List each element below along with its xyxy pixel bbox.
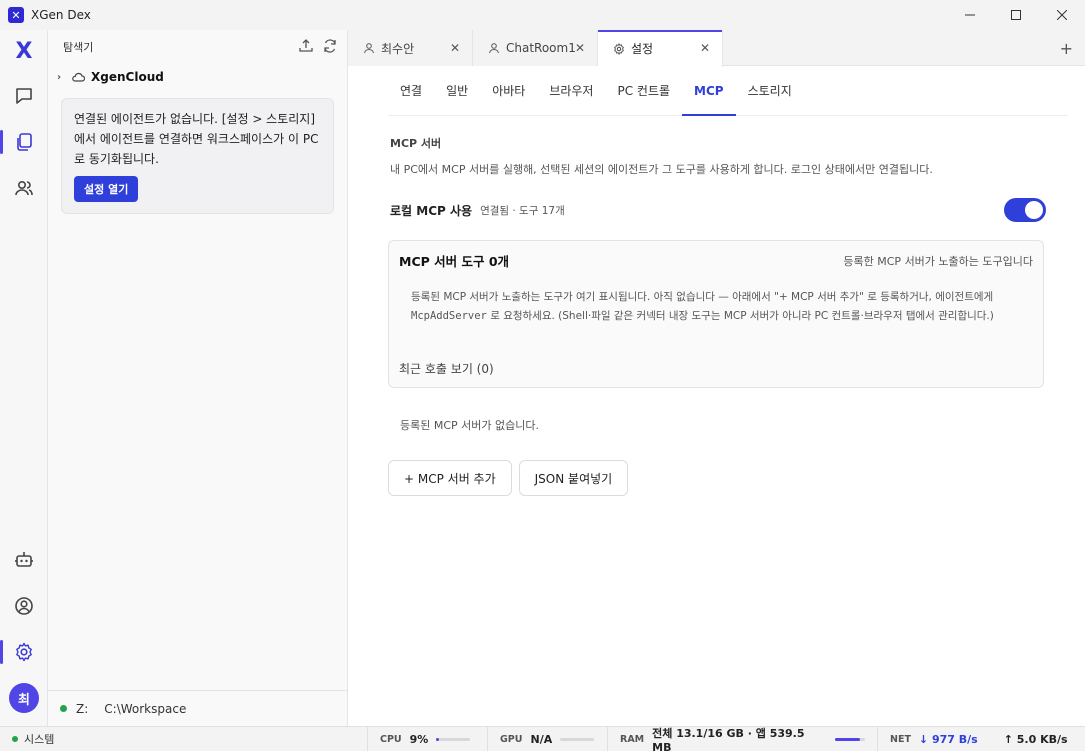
robot-icon <box>15 552 33 567</box>
notice-text: 연결된 에이전트가 없습니다. [설정 > 스토리지]에서 에이전트를 연결하면… <box>74 112 319 166</box>
rail-settings-button[interactable] <box>0 632 48 672</box>
mcp-tools-subtitle: 등록한 MCP 서버가 노출하는 도구입니다 <box>843 255 1033 268</box>
main-content: 최수안 ✕ ChatRoom1 ✕ 설정 ✕ + 연결 일반 아바타 브라우저 … <box>348 30 1085 726</box>
rail-account-button[interactable] <box>0 586 48 626</box>
cloud-icon <box>72 72 85 82</box>
close-tab-icon[interactable]: ✕ <box>450 41 460 55</box>
person-icon <box>363 43 375 54</box>
user-avatar[interactable]: 최 <box>9 683 39 713</box>
chat-icon <box>16 88 32 104</box>
tab-choisuan[interactable]: 최수안 ✕ <box>348 30 473 66</box>
open-settings-button[interactable]: 설정 열기 <box>74 176 139 202</box>
cpu-bar <box>436 737 471 741</box>
mcp-tools-description: 등록된 MCP 서버가 노출하는 도구가 여기 표시됩니다. 아직 없습니다 —… <box>411 291 994 322</box>
no-servers-message: 등록된 MCP 서버가 없습니다. <box>400 419 539 432</box>
new-tab-button[interactable]: + <box>1060 39 1073 58</box>
local-mcp-toggle[interactable] <box>1004 198 1046 222</box>
person-icon <box>488 43 500 54</box>
mcp-section-description: 내 PC에서 MCP 서버를 실행해, 선택된 세션의 에이전트가 그 도구를 … <box>390 163 933 176</box>
workspace-footer: Z: C:\Workspace <box>48 690 348 726</box>
close-tab-icon[interactable]: ✕ <box>700 41 710 55</box>
cpu-meter: CPU 9% <box>367 726 487 751</box>
ram-meter: RAM 전체 13.1/16 GB · 앱 539.5 MB <box>607 726 877 751</box>
add-mcp-server-button[interactable]: + MCP 서버 추가 <box>388 460 512 496</box>
close-window-button[interactable] <box>1039 0 1085 30</box>
local-mcp-label: 로컬 MCP 사용 <box>390 203 473 218</box>
close-icon <box>1057 10 1067 20</box>
refresh-icon[interactable] <box>323 39 337 53</box>
tree-item-xgencloud[interactable]: › XgenCloud <box>48 64 347 90</box>
gear-icon <box>614 42 624 55</box>
window-title: XGen Dex <box>31 8 91 22</box>
explorer-panel: 탐색기 › XgenCloud 연결된 에이전트가 없습니다. [설정 > 스토… <box>48 30 348 726</box>
upload-icon[interactable] <box>299 39 313 53</box>
tab-label: 설정 <box>631 42 654 56</box>
tab-chatroom1[interactable]: ChatRoom1 ✕ <box>473 30 598 66</box>
gpu-bar <box>560 737 595 741</box>
net-meter: NET ↓ 977 B/s ↑ 5.0 KB/s <box>877 726 1068 751</box>
system-status-dot <box>12 736 18 742</box>
explorer-header: 탐색기 <box>48 30 347 64</box>
close-tab-icon[interactable]: ✕ <box>575 41 585 55</box>
subtab-avatar[interactable]: 아바타 <box>480 66 537 116</box>
local-mcp-row: 로컬 MCP 사용 연결됨 · 도구 17개 <box>390 198 1046 222</box>
paste-json-button[interactable]: JSON 붙여넣기 <box>518 460 629 496</box>
system-status[interactable]: 시스템 <box>12 731 367 747</box>
ram-bar-fill <box>834 737 860 741</box>
copy-icon <box>17 133 32 151</box>
window-controls <box>947 0 1085 30</box>
connected-status-dot <box>60 705 67 712</box>
subtab-mcp[interactable]: MCP <box>682 66 736 116</box>
mcp-tools-card: MCP 서버 도구 0개 등록한 MCP 서버가 노출하는 도구입니다 등록된 … <box>388 240 1044 388</box>
activity-rail: X 최 <box>0 30 48 726</box>
rail-users-button[interactable] <box>0 168 48 208</box>
users-icon <box>15 180 33 196</box>
mcp-add-server-code: McpAddServer <box>411 310 487 322</box>
net-download: ↓ 977 B/s <box>918 732 978 746</box>
brand-logo[interactable]: X <box>14 40 34 64</box>
title-bar: ✕ XGen Dex <box>0 0 1085 30</box>
minimize-button[interactable] <box>947 0 993 30</box>
tab-bar: 최수안 ✕ ChatRoom1 ✕ 설정 ✕ + <box>348 30 1085 67</box>
maximize-button[interactable] <box>993 0 1039 30</box>
rail-chat-button[interactable] <box>0 76 48 116</box>
rail-agent-button[interactable] <box>0 540 48 580</box>
gpu-meter: GPU N/A <box>487 726 607 751</box>
tab-label: ChatRoom1 <box>506 41 576 55</box>
status-bar: 시스템 CPU 9% GPU N/A RAM 전체 13.1/16 GB · 앱… <box>0 726 1085 751</box>
local-mcp-status: 연결됨 · 도구 17개 <box>480 204 565 217</box>
mcp-section-title: MCP 서버 <box>390 137 442 150</box>
minimize-icon <box>965 14 975 16</box>
subtab-general[interactable]: 일반 <box>434 66 480 116</box>
recent-calls-link[interactable]: 최근 호출 보기 (0) <box>399 360 494 377</box>
workspace-path: C:\Workspace <box>104 701 187 716</box>
tree-item-label: XgenCloud <box>91 70 164 84</box>
explorer-title: 탐색기 <box>63 41 94 54</box>
settings-subtabs: 연결 일반 아바타 브라우저 PC 컨트롤 MCP 스토리지 <box>388 66 1068 116</box>
account-icon <box>15 597 33 615</box>
no-agent-notice: 연결된 에이전트가 없습니다. [설정 > 스토리지]에서 에이전트를 연결하면… <box>61 98 334 214</box>
net-upload: ↑ 5.0 KB/s <box>1003 732 1068 746</box>
subtab-storage[interactable]: 스토리지 <box>736 66 804 116</box>
system-label: 시스템 <box>24 733 55 746</box>
subtab-connection[interactable]: 연결 <box>388 66 434 116</box>
mcp-actions: + MCP 서버 추가 JSON 붙여넣기 <box>388 460 629 496</box>
tab-label: 최수안 <box>381 41 415 56</box>
subtab-pc-control[interactable]: PC 컨트롤 <box>605 66 682 116</box>
mcp-tools-title: MCP 서버 도구 0개 <box>399 254 510 269</box>
ram-bar <box>834 737 865 741</box>
rail-explorer-button[interactable] <box>0 122 48 162</box>
app-logo-icon: ✕ <box>8 7 24 23</box>
gear-icon <box>16 642 32 662</box>
cpu-bar-fill <box>436 737 440 741</box>
tab-settings[interactable]: 설정 ✕ <box>598 30 723 67</box>
chevron-right-icon: › <box>57 71 62 83</box>
maximize-icon <box>1011 10 1021 20</box>
subtab-browser[interactable]: 브라우저 <box>537 66 605 116</box>
drive-letter: Z: <box>76 701 89 716</box>
